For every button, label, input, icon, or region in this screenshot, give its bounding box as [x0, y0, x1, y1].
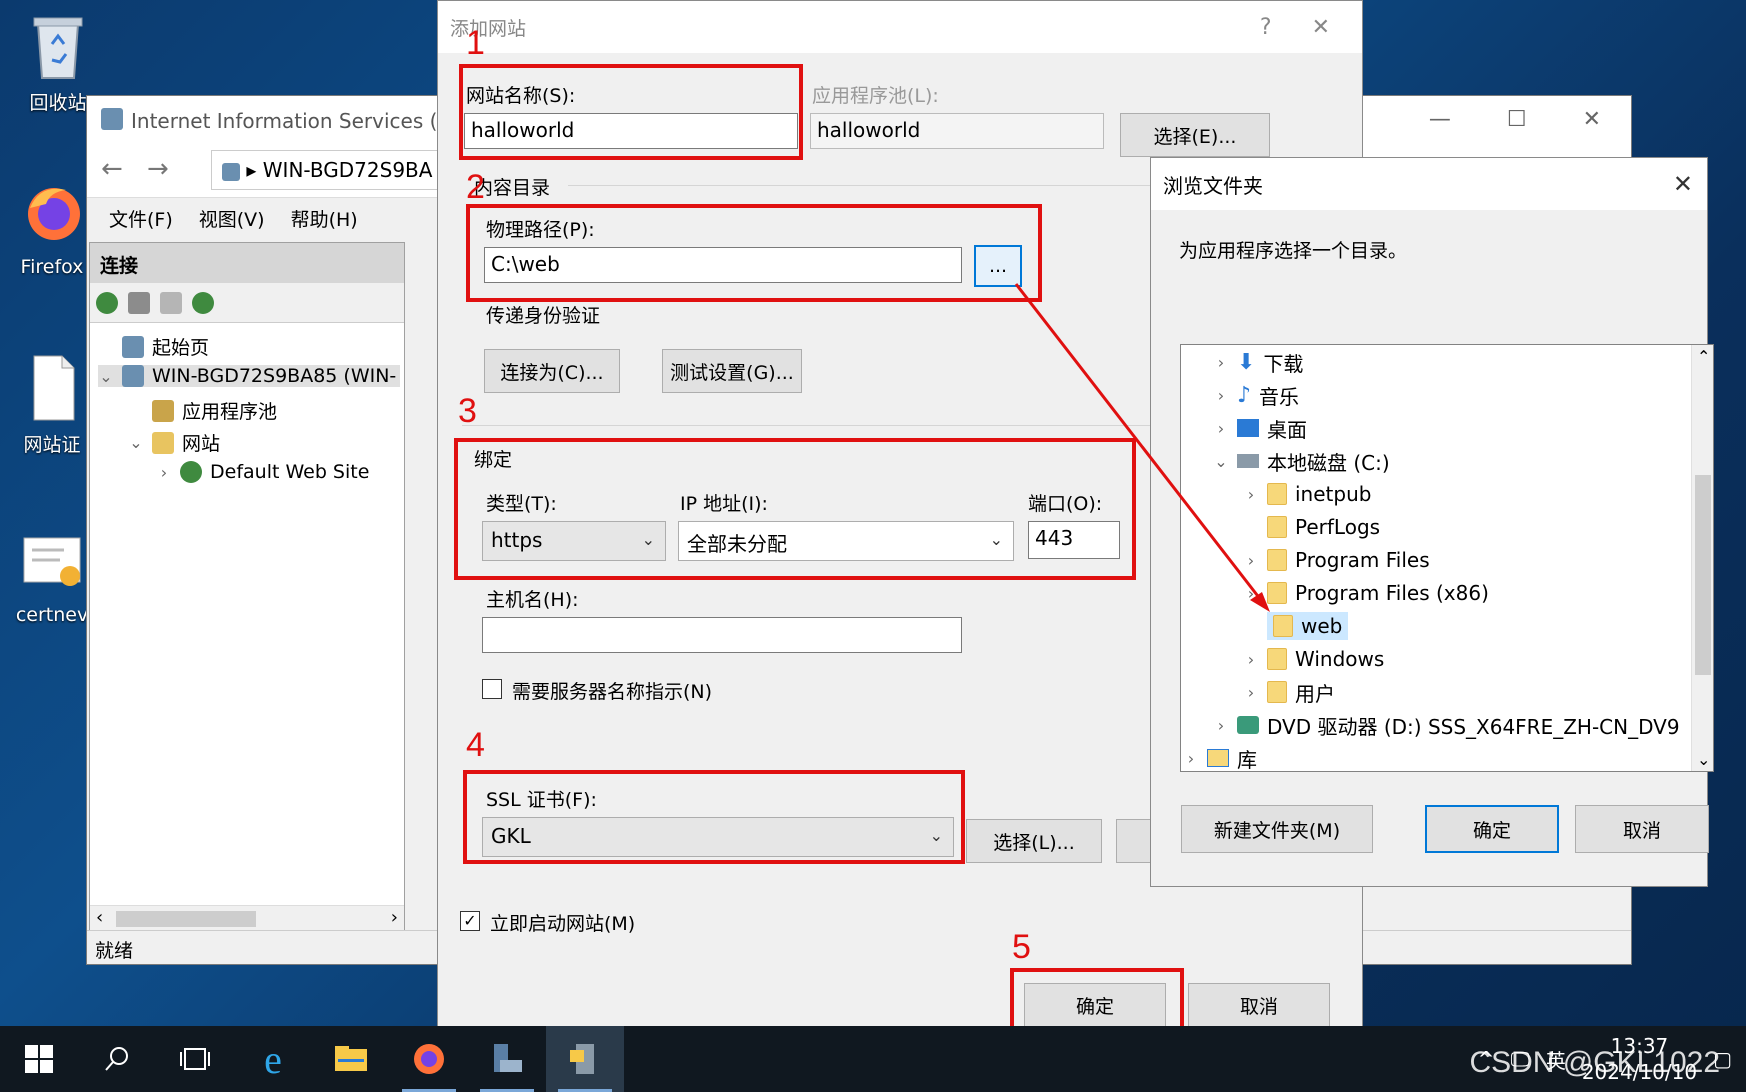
start-icon[interactable]	[0, 1026, 78, 1092]
search-icon[interactable]	[78, 1026, 156, 1092]
ie-icon[interactable]: e	[234, 1026, 312, 1092]
file-explorer-icon[interactable]	[312, 1026, 390, 1092]
csdn-watermark: CSDN @GKL1022	[1469, 1046, 1720, 1079]
firefox-taskbar-icon[interactable]	[390, 1026, 468, 1092]
iis-taskbar-icon[interactable]	[546, 1026, 624, 1092]
annotation-arrow	[1014, 283, 1270, 612]
server-manager-icon[interactable]	[468, 1026, 546, 1092]
task-view-icon[interactable]	[156, 1026, 234, 1092]
